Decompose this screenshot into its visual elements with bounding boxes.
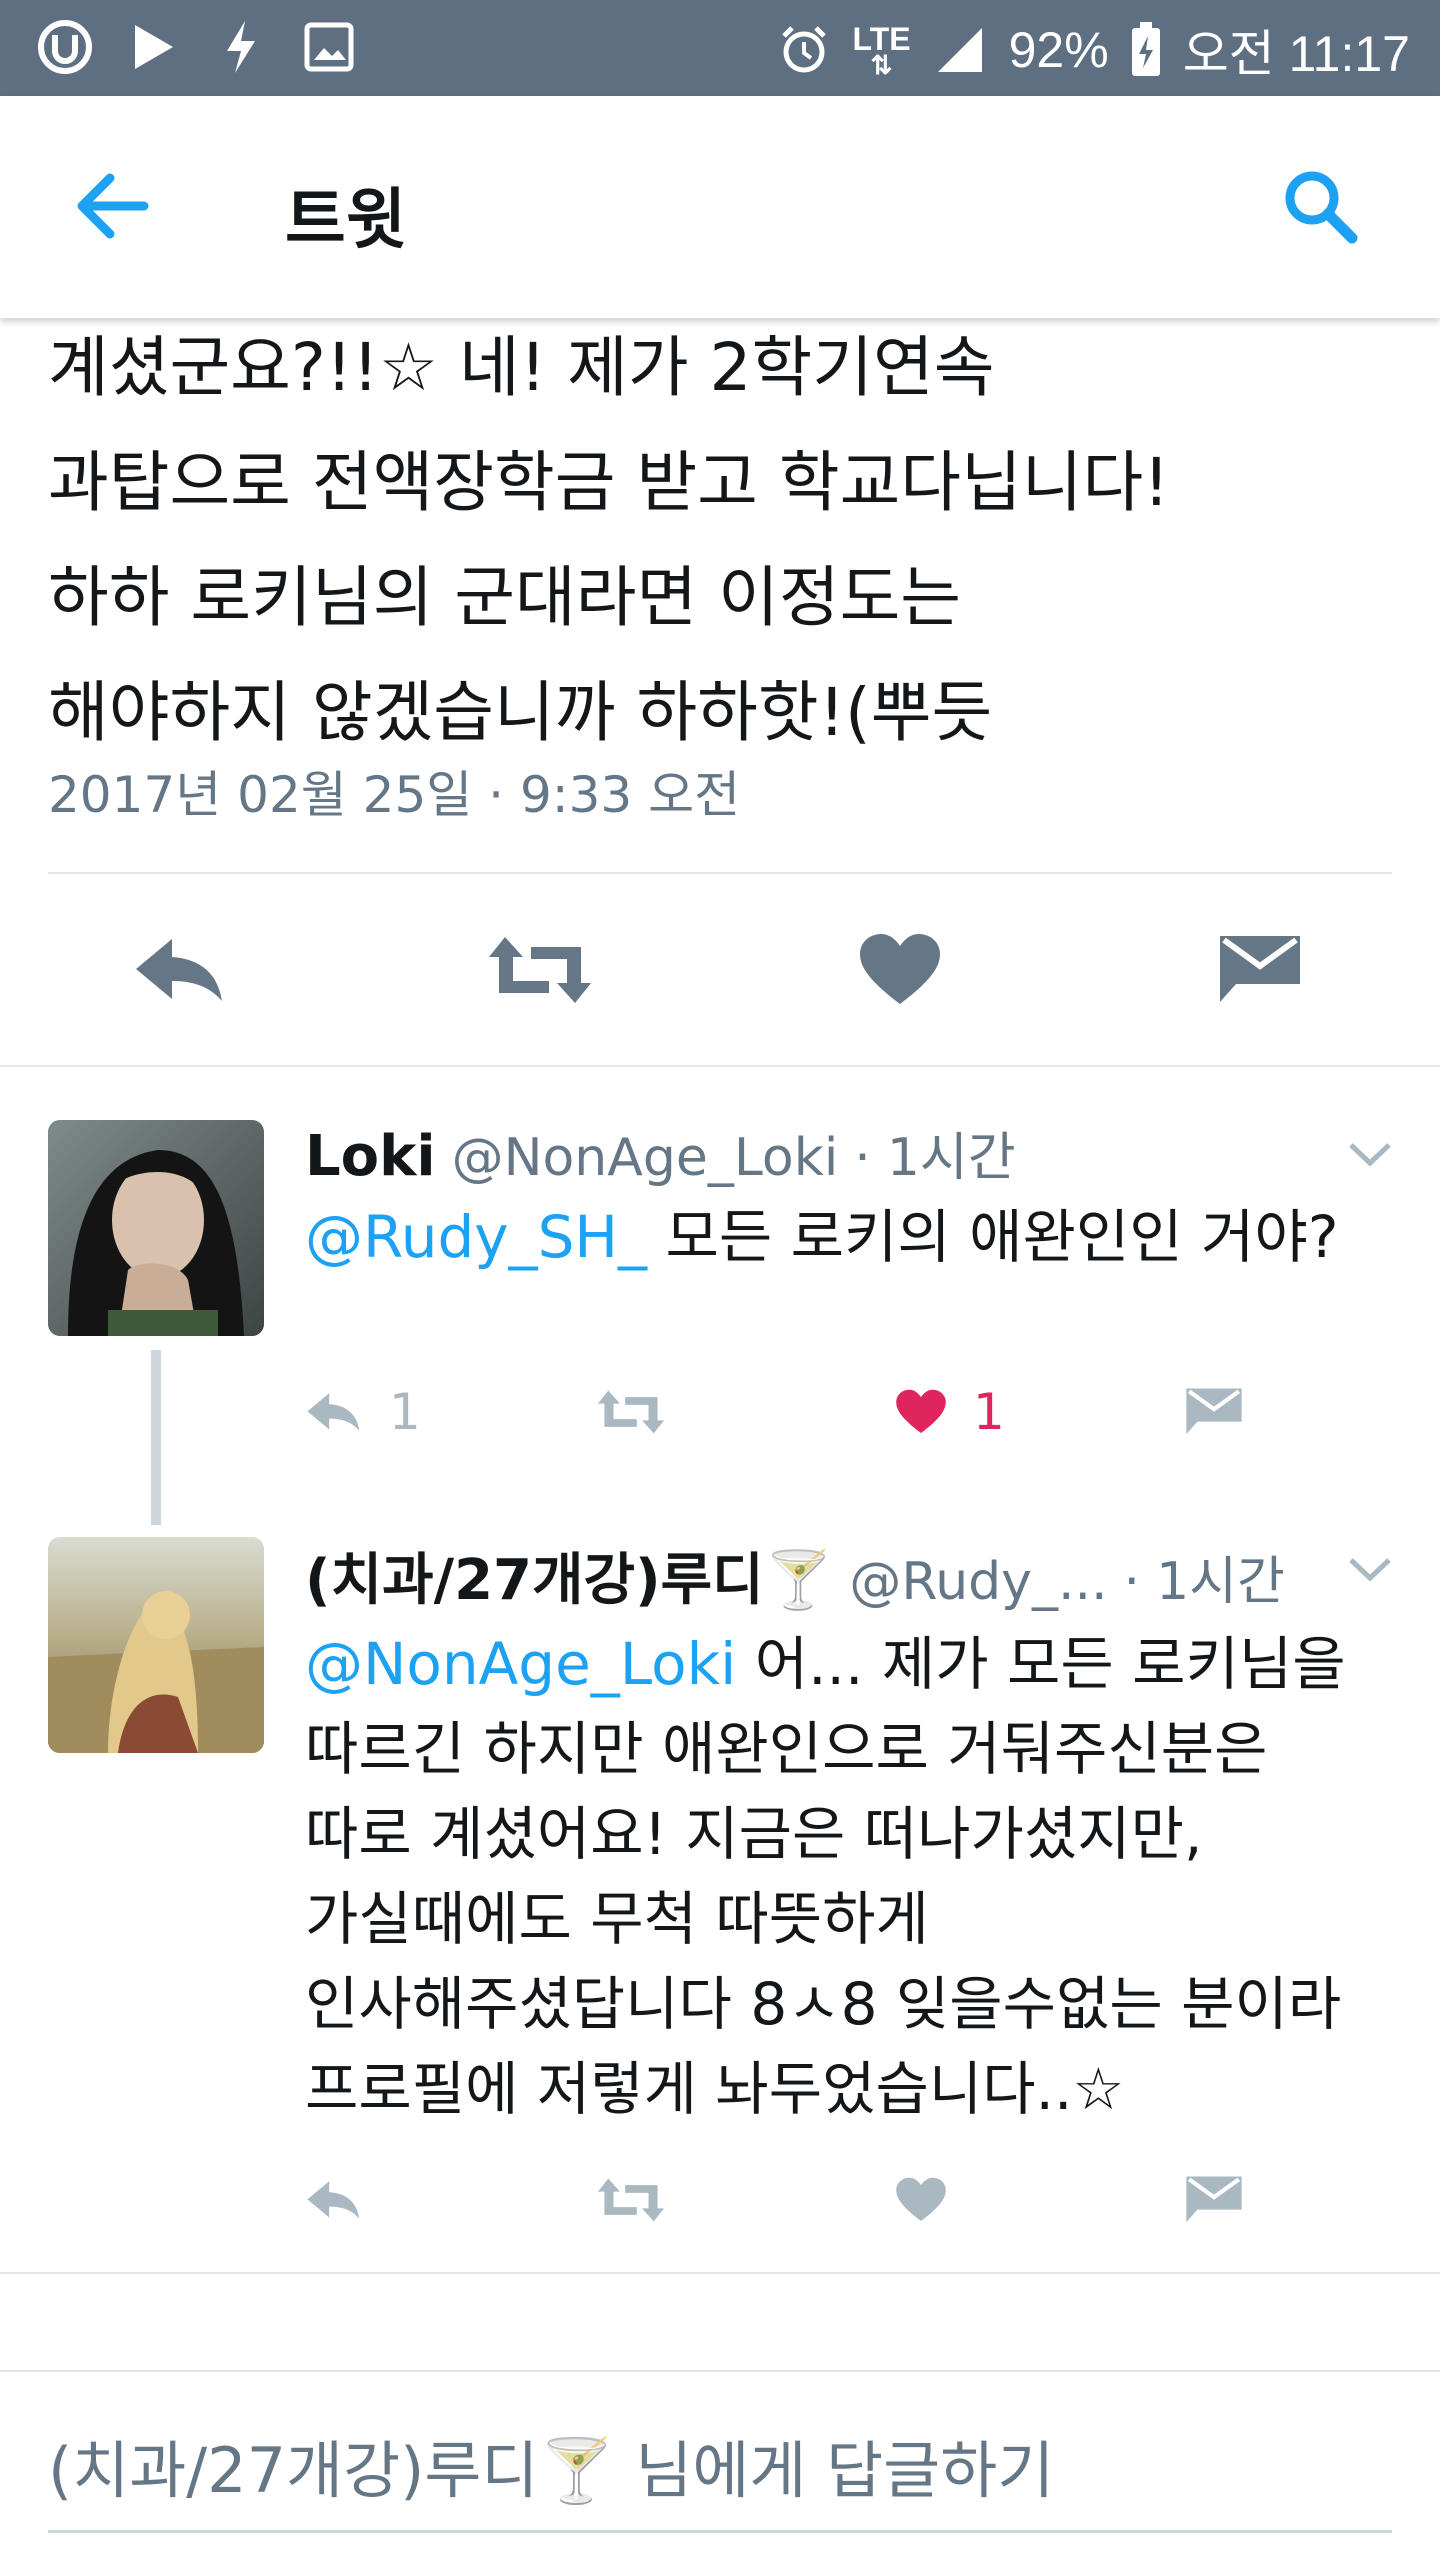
retweet-icon <box>597 2178 665 2222</box>
retweet-button[interactable] <box>595 1372 667 1452</box>
arrow-left-icon <box>77 173 149 239</box>
reply-icon <box>136 939 222 1001</box>
retweet-icon <box>489 937 591 1003</box>
battery-icon <box>1129 21 1163 79</box>
separator: · <box>854 1128 871 1188</box>
separator: · <box>1123 1552 1141 1612</box>
divider <box>48 872 1392 874</box>
back-button[interactable] <box>70 166 160 246</box>
page-title: 트윗 <box>285 181 407 258</box>
divider <box>0 2272 1440 2274</box>
author-handle[interactable]: @Rudy_... <box>849 1552 1107 1612</box>
reply-line: 따르긴 하지만 애완인으로 거둬주신분은 <box>305 1715 1268 1783</box>
play-icon <box>124 18 182 76</box>
battery-percent: 92% <box>1008 22 1109 78</box>
status-bar: LTE ⇅ 92% 오전 11:17 <box>0 0 1440 96</box>
heart-icon <box>896 2177 946 2222</box>
heart-icon <box>896 1389 946 1434</box>
reply-line: 프로필에 저렇게 놔두었습니다..☆ <box>305 2055 1125 2123</box>
retweet-icon <box>597 1390 665 1434</box>
mail-icon <box>1186 2176 1242 2223</box>
tweet-timestamp: 2017년 02월 25일 · 9:33 오전 <box>48 766 741 824</box>
reply-count: 1 <box>389 1383 421 1441</box>
more-options-button[interactable] <box>1345 1135 1395 1175</box>
main-tweet-text: 계셨군요?!!☆ 네! 제가 2학기연속 과탑으로 전액장학금 받고 학교다닙니… <box>48 310 1408 770</box>
author-handle[interactable]: @NonAge_Loki <box>452 1128 839 1188</box>
mention-link[interactable]: @Rudy_SH_ <box>305 1203 647 1271</box>
search-icon <box>1285 171 1358 244</box>
divider <box>0 1065 1440 1067</box>
reply-actions: 1 1 <box>305 1372 1305 1452</box>
direct-message-button[interactable] <box>1205 925 1315 1015</box>
tweet-line: 하하 로키님의 군대라면 이정도는 <box>48 559 962 636</box>
mention-link[interactable]: @NonAge_Loki <box>305 1630 736 1698</box>
reply-line: 모든 로키의 애완인인 거야? <box>647 1203 1339 1271</box>
u-plus-icon <box>36 18 94 76</box>
tweet-line: 계셨군요?!!☆ 네! 제가 2학기연속 <box>48 329 995 406</box>
reply-time: 1시간 <box>1156 1552 1285 1612</box>
mail-icon <box>1186 1388 1242 1435</box>
search-button[interactable] <box>1280 166 1360 246</box>
divider <box>0 2370 1440 2372</box>
like-button[interactable]: 1 <box>895 1372 1005 1452</box>
retweet-button[interactable] <box>485 925 595 1015</box>
flash-icon <box>212 18 270 76</box>
reply-line: 따로 계셨어요! 지금은 떠나가셨지만, <box>305 1800 1203 1868</box>
like-count: 1 <box>973 1383 1005 1441</box>
mail-icon <box>1220 936 1300 1002</box>
avatar-rudy[interactable] <box>48 1537 264 1753</box>
like-button[interactable] <box>845 925 955 1015</box>
reply-time: 1시간 <box>886 1128 1016 1188</box>
app-header: 트윗 <box>0 96 1440 318</box>
reply-line: 가실때에도 무척 따뜻하게 <box>305 1885 929 1953</box>
signal-icon <box>931 21 989 79</box>
reply-header: Loki @NonAge_Loki · 1시간 <box>305 1115 1016 1190</box>
author-name[interactable]: Loki <box>305 1124 436 1189</box>
author-name[interactable]: (치과/27개강)루디🍸 <box>305 1535 833 1616</box>
more-options-button[interactable] <box>1345 1550 1395 1590</box>
heart-icon <box>860 934 940 1004</box>
reply-button[interactable] <box>125 925 235 1015</box>
thread-connector <box>151 1350 161 1525</box>
reply-button[interactable]: 1 <box>305 1372 421 1452</box>
reply-button[interactable] <box>305 2160 363 2240</box>
reply-line: 인사해주셨답니다 8ㅅ8 잊을수없는 분이라 <box>305 1970 1342 2038</box>
clock: 오전 11:17 <box>1182 26 1410 82</box>
direct-message-button[interactable] <box>1185 1372 1243 1452</box>
chevron-down-icon <box>1349 1143 1391 1167</box>
reply-actions <box>305 2160 1305 2240</box>
tweet-line: 과탑으로 전액장학금 받고 학교다닙니다! <box>48 444 1170 521</box>
avatar-loki[interactable] <box>48 1120 264 1336</box>
reply-line: 어... 제가 모든 로키님을 <box>736 1630 1346 1698</box>
like-button[interactable] <box>895 2160 947 2240</box>
image-icon <box>300 18 358 76</box>
reply-header: (치과/27개강)루디🍸 @Rudy_... · 1시간 <box>305 1535 1285 1616</box>
reply-icon <box>307 2181 360 2219</box>
reply-compose-input[interactable]: (치과/27개강)루디🍸 님에게 답글하기 <box>48 2420 1054 2510</box>
reply-text: @NonAge_Loki 어... 제가 모든 로키님을 따르긴 하지만 애완인… <box>305 1622 1415 2132</box>
reply-icon <box>307 1393 360 1431</box>
alarm-icon <box>775 21 833 79</box>
lte-icon: LTE ⇅ <box>852 21 911 80</box>
direct-message-button[interactable] <box>1185 2160 1243 2240</box>
reply-text: @Rudy_SH_ 모든 로키의 애완인인 거야? <box>305 1195 1415 1280</box>
tweet-line: 해야하지 않겠습니까 하하핫!(뿌듯 <box>48 674 993 751</box>
retweet-button[interactable] <box>595 2160 667 2240</box>
chevron-down-icon <box>1349 1558 1391 1582</box>
compose-underline <box>48 2530 1392 2533</box>
